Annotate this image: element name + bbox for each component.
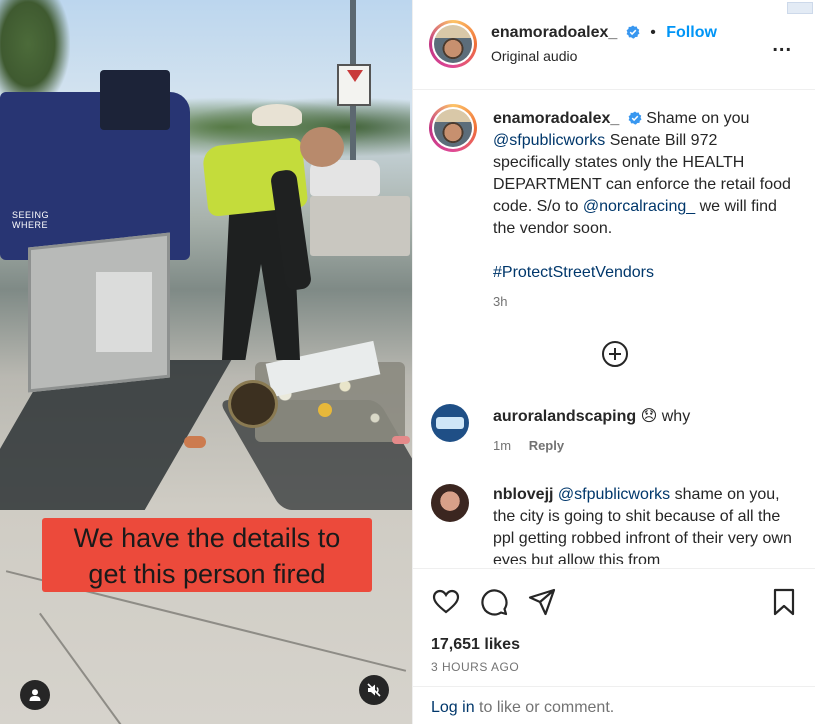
verified-badge-icon <box>628 111 642 125</box>
comment-icon[interactable] <box>479 587 509 617</box>
follow-button[interactable]: Follow <box>666 24 717 41</box>
overlay-caption-line: get this person fired <box>88 559 326 589</box>
separator-dot: • <box>650 24 656 41</box>
caption-age: 3h <box>493 294 508 309</box>
truck-lettering: SEEING WHERE <box>12 210 50 230</box>
sidewalk-line <box>39 612 123 724</box>
muted-speaker-icon <box>367 683 381 697</box>
login-prompt: Log in to like or comment. <box>413 686 815 724</box>
worker-head <box>300 127 344 167</box>
comment-avatar[interactable] <box>431 484 469 522</box>
user-icon <box>29 689 41 701</box>
mute-toggle-button[interactable] <box>359 675 389 705</box>
author-username[interactable]: enamoradoalex_ <box>491 24 617 41</box>
truck-window <box>100 70 170 130</box>
hashtag-link[interactable]: #ProtectStreetVendors <box>493 264 654 281</box>
comment-avatar[interactable] <box>431 404 469 442</box>
plus-circle-icon[interactable] <box>601 340 629 368</box>
caption-content: enamoradoalex_ Shame on you @sfpublicwor… <box>493 108 793 309</box>
heart-icon[interactable] <box>431 587 461 617</box>
wire-basket <box>228 380 278 428</box>
comment-username[interactable]: nblovejj <box>493 486 553 503</box>
reply-button[interactable]: Reply <box>529 438 564 453</box>
comment-age: 1m <box>493 438 512 453</box>
login-suffix: to like or comment. <box>479 699 615 716</box>
login-link[interactable]: Log in <box>431 699 475 716</box>
overlay-caption-line: We have the details to <box>73 523 341 553</box>
bookmark-icon[interactable] <box>769 587 799 617</box>
comment-username[interactable]: auroralandscaping <box>493 408 636 425</box>
author-info: enamoradoalex_ • Follow Original audio <box>491 24 717 64</box>
caption-text: enamoradoalex_ Shame on you @sfpublicwor… <box>493 108 793 240</box>
caption-username[interactable]: enamoradoalex_ <box>493 110 619 127</box>
instagram-post-page: SEEING WHERE We have the details to get … <box>0 0 815 724</box>
more-options-button[interactable]: ... <box>772 34 792 57</box>
concrete-barrier <box>310 196 410 256</box>
traffic-sign <box>337 64 371 106</box>
cart-contents <box>96 272 152 352</box>
comment-item: nblovejj @sfpublicworks shame on you, th… <box>413 484 815 564</box>
mention-link[interactable]: @sfpublicworks <box>558 486 670 503</box>
caption-text-part: Shame on you <box>646 110 750 127</box>
sweet-potato <box>184 436 206 448</box>
fruit <box>318 403 332 417</box>
post-timestamp[interactable]: 3 HOURS AGO <box>431 660 519 674</box>
verified-badge-icon <box>626 25 640 39</box>
comment-content: auroralandscaping 😞 why 1m Reply <box>493 406 803 453</box>
tagged-users-button[interactable] <box>20 680 50 710</box>
post-side-panel: enamoradoalex_ • Follow Original audio .… <box>412 0 815 724</box>
audio-label[interactable]: Original audio <box>491 48 717 64</box>
cowboy-hat <box>252 104 302 126</box>
sad-face-emoji: 😞 <box>640 408 658 425</box>
fruit <box>392 436 410 444</box>
comment-meta: 1m Reply <box>493 438 803 453</box>
post-video[interactable]: SEEING WHERE We have the details to get … <box>0 0 412 724</box>
caption-author-avatar[interactable] <box>429 104 477 152</box>
likes-count[interactable]: 17,651 likes <box>431 636 520 654</box>
author-avatar[interactable] <box>429 20 477 68</box>
comment-text: nblovejj @sfpublicworks shame on you, th… <box>493 484 803 564</box>
video-overlay-caption: We have the details to get this person f… <box>42 518 372 592</box>
mention-link[interactable]: @sfpublicworks <box>493 132 605 149</box>
hashtag-line: #ProtectStreetVendors <box>493 262 793 284</box>
send-icon[interactable] <box>527 587 557 617</box>
mention-link[interactable]: @norcalracing_ <box>583 198 695 215</box>
comment-body: why <box>661 408 691 425</box>
post-header: enamoradoalex_ • Follow Original audio .… <box>413 0 815 90</box>
comment-content: nblovejj @sfpublicworks shame on you, th… <box>493 484 803 564</box>
comment-text: auroralandscaping 😞 why <box>493 406 803 428</box>
